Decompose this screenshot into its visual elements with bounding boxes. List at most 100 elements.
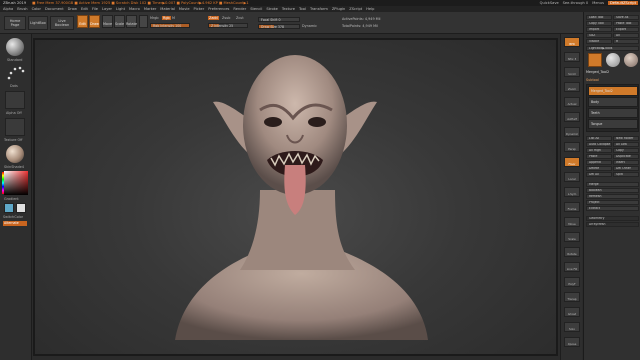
live-boolean-button[interactable]: Live Boolean xyxy=(50,16,74,30)
zadd-toggle[interactable]: Zadd xyxy=(208,16,219,20)
menu-item[interactable]: Draw xyxy=(68,7,77,11)
texture-slot-icon[interactable] xyxy=(5,118,25,136)
menu-item[interactable]: Color xyxy=(32,7,41,11)
menu-item[interactable]: ZScript xyxy=(349,7,362,11)
scale-button[interactable]: Scale xyxy=(114,15,125,28)
visible-button[interactable]: Visible xyxy=(586,39,612,44)
default-zscript-button[interactable]: DefaultZScript xyxy=(607,1,638,5)
menu-item[interactable]: Marker xyxy=(144,7,156,11)
viewport-button[interactable]: Actual xyxy=(564,97,580,107)
del-other-button[interactable]: Del Other xyxy=(613,166,639,171)
viewport-button[interactable]: Solo xyxy=(564,322,580,332)
all-high-button[interactable]: All High xyxy=(586,148,612,153)
menu-item[interactable]: Material xyxy=(160,7,175,11)
move-button[interactable]: Move xyxy=(102,15,113,28)
viewport-button[interactable]: Frame xyxy=(564,202,580,212)
insert-button[interactable]: Insert xyxy=(613,160,639,165)
remesh-section[interactable]: Remesh xyxy=(586,194,639,199)
menu-item[interactable]: Picker xyxy=(194,7,205,11)
viewport-button[interactable]: Persp xyxy=(564,142,580,152)
rgb-intensity-slider[interactable]: Rgb Intensity 100 xyxy=(150,23,190,28)
edit-button[interactable]: Edit xyxy=(77,15,88,28)
viewport-button[interactable]: AAHalf xyxy=(564,112,580,122)
dots-stroke-icon[interactable] xyxy=(5,64,25,82)
rotate-button[interactable]: Rotate xyxy=(126,15,137,28)
switch-color-button[interactable]: SwitchColor xyxy=(3,215,23,219)
menu-item[interactable]: Document xyxy=(45,7,64,11)
viewport-button[interactable]: Xpose xyxy=(564,337,580,347)
del-all-button[interactable]: Del All xyxy=(586,172,612,177)
viewport-button[interactable]: Floor xyxy=(564,157,580,167)
menu-item[interactable]: Tool xyxy=(299,7,306,11)
paste-tool-button[interactable]: Paste Tool xyxy=(613,21,639,26)
viewport-canvas[interactable] xyxy=(33,38,558,356)
paste-button[interactable]: Paste xyxy=(586,154,612,159)
draw-size-slider[interactable]: Draw Size 378 xyxy=(258,24,300,29)
draw-button[interactable]: Draw xyxy=(89,15,100,28)
menu-item[interactable]: File xyxy=(92,7,98,11)
dynamic-toggle[interactable]: Dynamic xyxy=(302,24,317,28)
menu-item[interactable]: Movie xyxy=(179,7,190,11)
extract-section[interactable]: Extract xyxy=(586,206,639,211)
menu-item[interactable]: ZPlugin xyxy=(332,7,345,11)
viewport-button[interactable]: Rotate xyxy=(564,247,580,257)
menu-item[interactable]: Stencil xyxy=(250,7,262,11)
import-button[interactable]: Import xyxy=(586,27,612,32)
lightbox-button[interactable]: LightBox xyxy=(28,16,48,30)
subtool-header[interactable]: Subtool xyxy=(586,78,599,82)
new-folder-button[interactable]: New Folder xyxy=(613,136,639,141)
menu-item[interactable]: Alpha xyxy=(3,7,13,11)
boolean-section[interactable]: Boolean xyxy=(586,188,639,193)
menus-toggle[interactable]: Menus xyxy=(592,1,604,5)
split-button[interactable]: Split xyxy=(613,172,639,177)
focal-shift-slider[interactable]: Focal Shift 0 xyxy=(258,17,300,22)
z-intensity-slider[interactable]: Z Intensity 25 xyxy=(208,23,248,28)
menu-item[interactable]: Transform xyxy=(310,7,328,11)
auto-collapse-button[interactable]: Auto Collapse xyxy=(586,142,612,147)
alternate-button[interactable]: Alternate xyxy=(3,221,27,226)
viewport-button[interactable]: Scroll xyxy=(564,67,580,77)
export-button[interactable]: Export xyxy=(613,27,639,32)
viewport-button[interactable]: Line Fill xyxy=(564,262,580,272)
sphere-tool-icon[interactable] xyxy=(606,53,620,67)
quicksave-button[interactable]: QuickSave xyxy=(540,1,559,5)
duplicate-button[interactable]: Duplicate xyxy=(613,154,639,159)
all-button[interactable]: All xyxy=(613,33,639,38)
menu-item[interactable]: Macro xyxy=(129,7,140,11)
m-toggle[interactable]: M xyxy=(172,16,175,20)
viewport-button[interactable]: Local xyxy=(564,172,580,182)
merge-section[interactable]: Merge xyxy=(586,182,639,187)
subtool-row[interactable]: Body xyxy=(588,97,638,107)
mrgb-toggle[interactable]: Mrgb xyxy=(150,16,159,20)
zbrush-s-logo-icon[interactable] xyxy=(588,53,602,67)
lightbox-tools-button[interactable]: Lightbox▶Tools xyxy=(586,46,639,51)
save-as-button[interactable]: Save As xyxy=(613,15,639,20)
material-sphere-icon[interactable] xyxy=(139,15,148,28)
copy-tool-button[interactable]: Copy Tool xyxy=(586,21,612,26)
menu-item[interactable]: Light xyxy=(116,7,125,11)
viewport-button[interactable]: Ghost xyxy=(564,307,580,317)
delete-button[interactable]: Delete xyxy=(586,166,612,171)
main-color-swatch[interactable] xyxy=(4,203,14,213)
viewport-button[interactable]: Zoom xyxy=(564,82,580,92)
load-tool-button[interactable]: Load Tool xyxy=(586,15,612,20)
material-icon[interactable] xyxy=(6,145,24,163)
arraymesh-section[interactable]: ArrayMesh xyxy=(586,222,639,227)
secondary-color-swatch[interactable] xyxy=(16,203,26,213)
menu-item[interactable]: Preferences xyxy=(208,7,229,11)
r-button[interactable]: R xyxy=(613,39,639,44)
menu-item[interactable]: Help xyxy=(366,7,374,11)
subtool-row[interactable]: Merged_Tool2 xyxy=(588,86,638,96)
viewport-button[interactable]: Transp xyxy=(564,292,580,302)
viewport-button[interactable]: SPix 3 xyxy=(564,52,580,62)
color-picker[interactable] xyxy=(4,171,28,195)
copy-button[interactable]: Copy xyxy=(613,148,639,153)
viewport-button[interactable]: L.Sym xyxy=(564,187,580,197)
goz-button[interactable]: GoZ xyxy=(586,33,612,38)
viewport-button[interactable]: Move xyxy=(564,217,580,227)
viewport-button[interactable]: Dynamic xyxy=(564,127,580,137)
gradient-label[interactable]: Gradient xyxy=(4,197,19,201)
rgb-toggle[interactable]: Rgb xyxy=(162,16,171,20)
project-section[interactable]: Project xyxy=(586,200,639,205)
menu-item[interactable]: Render xyxy=(233,7,246,11)
